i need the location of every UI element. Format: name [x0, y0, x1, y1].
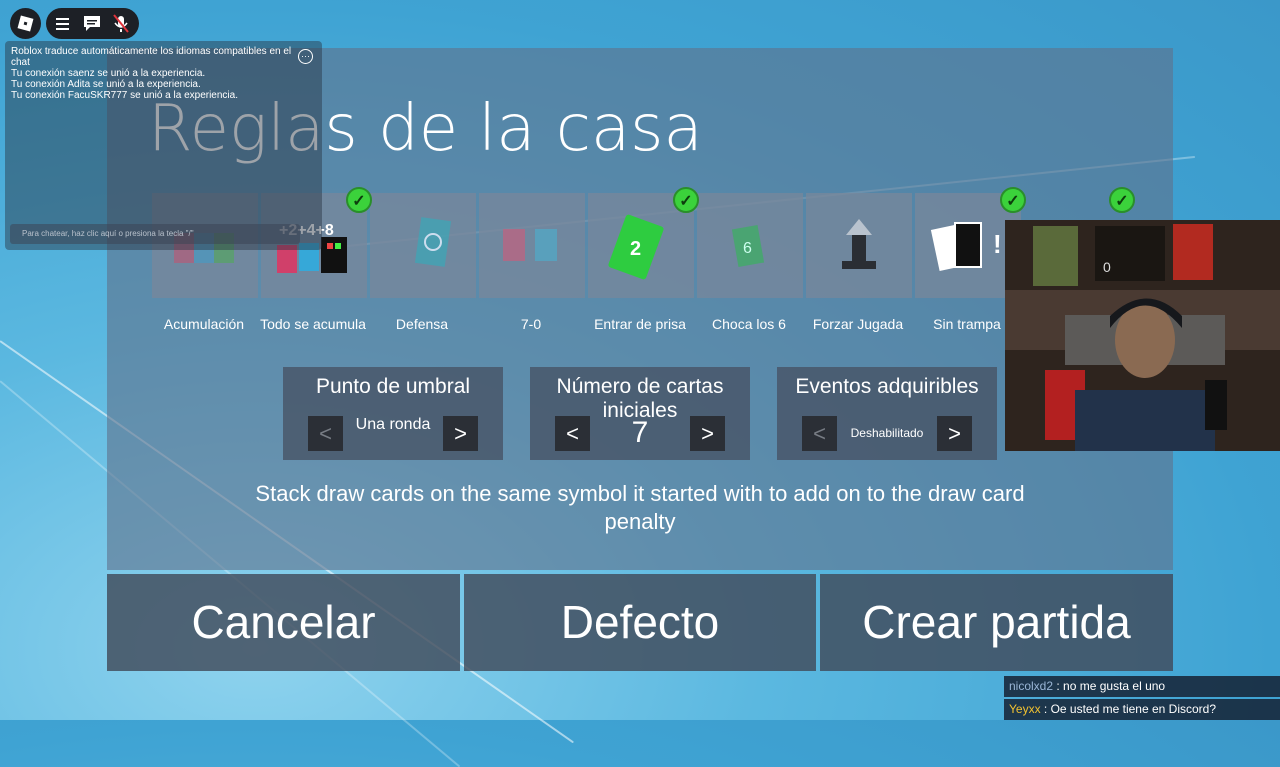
previous-button[interactable]: < — [308, 416, 343, 451]
chat-icon — [84, 16, 100, 31]
svg-text:2: 2 — [630, 238, 641, 260]
stream-chat-text: : Oe usted me tiene en Discord? — [1040, 702, 1217, 716]
more-options-icon[interactable]: ··· — [298, 49, 313, 64]
setting-punto-de-umbral: Punto de umbral < Una ronda > — [283, 367, 503, 460]
force-play-icon — [842, 219, 876, 269]
next-button[interactable]: > — [690, 416, 725, 451]
top-bar-icons — [56, 14, 129, 33]
chat-message: Tu conexión FacuSKR777 se unió a la expe… — [11, 90, 238, 101]
chat-message: Tu conexión saenz se unió a la experienc… — [11, 68, 206, 79]
next-button[interactable]: > — [937, 416, 972, 451]
chat-message: Roblox traduce automáticamente los idiom… — [11, 46, 292, 68]
setting-numero-cartas: Número de cartas iniciales < 7 > — [530, 367, 750, 460]
rule-tile-choca-los-6[interactable]: 6 — [697, 193, 803, 298]
setting-title: Punto de umbral — [315, 375, 471, 398]
stream-chat-user: nicolxd2 — [1009, 679, 1054, 693]
check-icon: ✓ — [1109, 187, 1135, 213]
cancel-button[interactable]: Cancelar — [107, 574, 460, 671]
svg-text:!: ! — [993, 229, 1002, 259]
roblox-chat: Roblox traduce automáticamente los idiom… — [5, 41, 322, 250]
svg-text:6: 6 — [743, 240, 752, 257]
chat-message: Tu conexión Adita se unió a la experienc… — [11, 79, 201, 90]
rule-label: Todo se acumula — [260, 316, 366, 332]
rule-label: Choca los 6 — [712, 316, 786, 332]
streamer-webcam-image: 0 — [1005, 220, 1280, 451]
rule-label: 7-0 — [520, 316, 542, 332]
rule-label: Forzar Jugada — [812, 316, 904, 332]
next-button[interactable]: > — [443, 416, 478, 451]
rule-tile-forzar-jugada[interactable] — [806, 193, 912, 298]
chat-input[interactable]: Para chatear, haz clic aquí o presiona l… — [10, 224, 300, 244]
roblox-logo-icon — [17, 15, 34, 32]
rule-label: Acumulación — [163, 316, 245, 332]
setting-value: Una ronda — [355, 416, 431, 433]
stream-chat-message: Yeyxx : Oe usted me tiene en Discord? — [1004, 699, 1280, 720]
setting-value: Deshabilitado — [850, 426, 924, 440]
stream-chat-message: nicolxd2 : no me gusta el uno — [1004, 676, 1280, 697]
check-icon: ✓ — [1000, 187, 1026, 213]
rule-tile-defensa[interactable] — [370, 193, 476, 298]
rule-label: Entrar de prisa — [594, 316, 686, 332]
check-icon: ✓ — [346, 187, 372, 213]
microphone-muted-icon — [113, 14, 129, 33]
swap-cards-icon — [503, 229, 557, 261]
setting-title: Eventos adquiribles — [795, 375, 979, 398]
stream-chat-text: : no me gusta el uno — [1053, 679, 1166, 693]
default-button[interactable]: Defecto — [464, 574, 816, 671]
hamburger-menu-icon — [56, 18, 69, 30]
check-icon: ✓ — [673, 187, 699, 213]
slap-card-icon: 6 — [731, 225, 765, 267]
rule-label: Defensa — [395, 316, 449, 332]
roblox-top-bar — [46, 8, 139, 39]
rule-tile-7-0[interactable] — [479, 193, 585, 298]
create-game-button[interactable]: Crear partida — [820, 574, 1173, 671]
setting-value: 7 — [631, 416, 649, 449]
poster-text: 0 — [1103, 259, 1111, 275]
chat-messages: Roblox traduce automáticamente los idiom… — [5, 41, 322, 101]
webcam-overlay: 0 — [1005, 220, 1280, 451]
roblox-menu-button[interactable] — [10, 8, 41, 39]
setting-eventos-adquiribles: Eventos adquiribles < Deshabilitado > — [777, 367, 997, 460]
rule-description: Stack draw cards on the same symbol it s… — [255, 481, 1025, 534]
stream-chat-user: Yeyxx — [1009, 702, 1041, 716]
defense-card-icon — [414, 217, 452, 267]
